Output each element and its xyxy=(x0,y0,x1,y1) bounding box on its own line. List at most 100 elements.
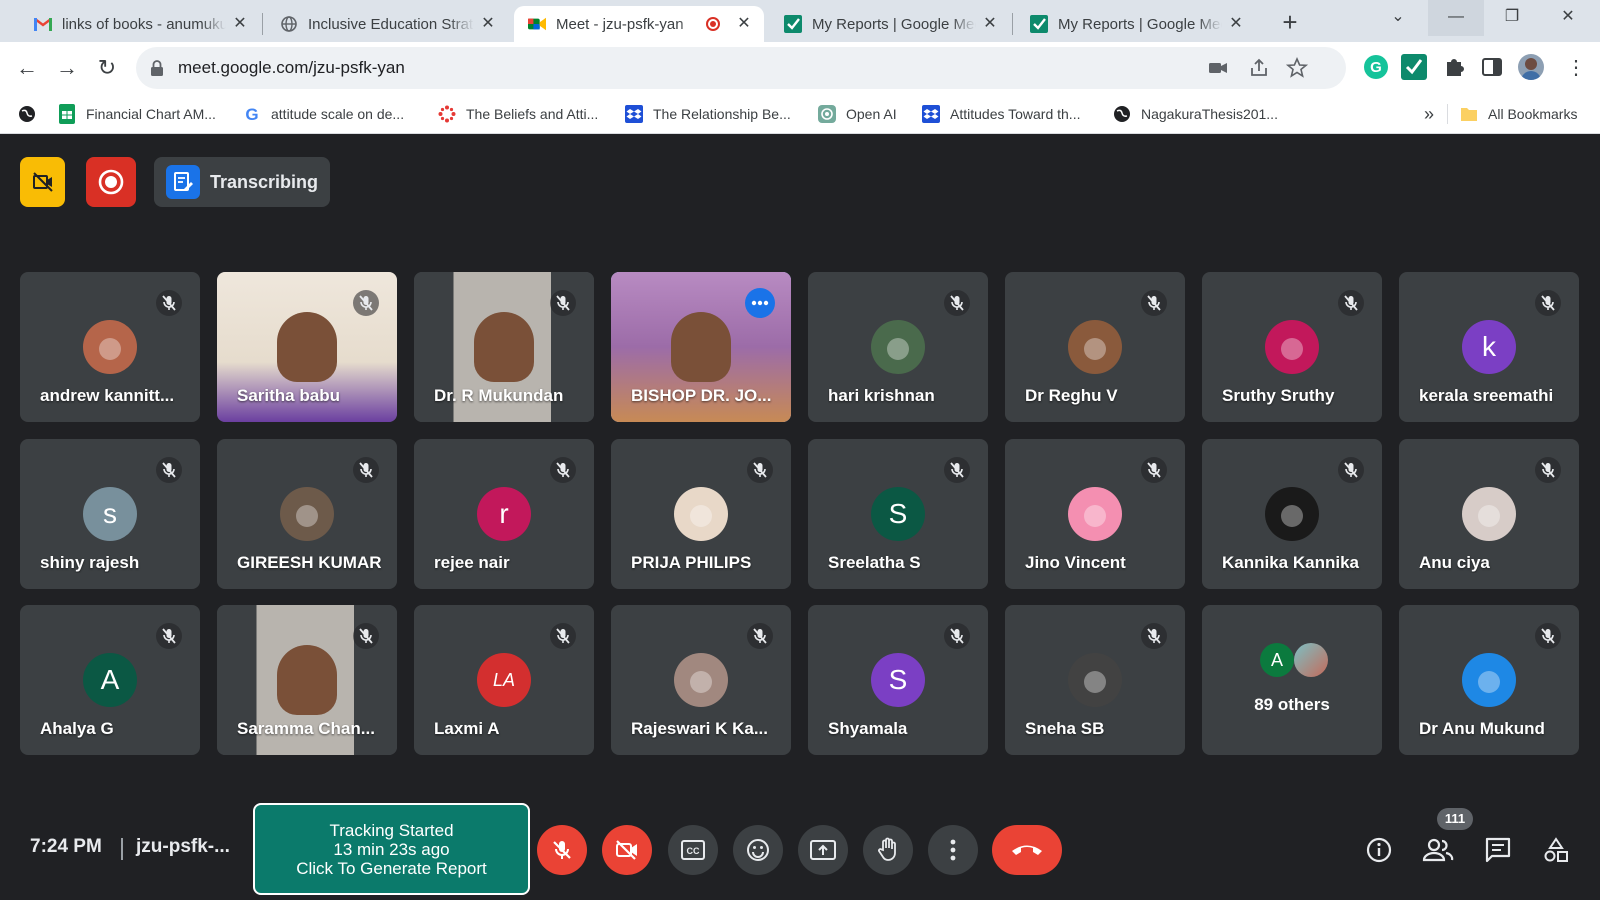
more-bookmarks-button[interactable]: » xyxy=(1424,102,1434,126)
tab-my-reports-1[interactable]: My Reports | Google Meet ✕ xyxy=(770,6,1010,42)
bookmark-nagakura-thesis[interactable]: NagakuraThesis201... xyxy=(1113,102,1278,126)
participant-tile[interactable]: Sruthy Sruthy xyxy=(1202,272,1382,422)
camera-blocked-badge[interactable] xyxy=(20,157,65,207)
share-icon[interactable] xyxy=(1247,56,1271,80)
menu-icon[interactable]: ⋮ xyxy=(1560,52,1592,84)
minimize-button[interactable]: — xyxy=(1428,0,1484,36)
camera-icon[interactable] xyxy=(1206,56,1230,80)
bookmark-attitude-scale[interactable]: G attitude scale on de... xyxy=(243,102,404,126)
participant-tile[interactable]: PRIJA PHILIPS xyxy=(611,439,791,589)
close-icon[interactable]: ✕ xyxy=(734,14,754,34)
meeting-details-button[interactable] xyxy=(1361,832,1397,868)
svg-text:G: G xyxy=(1370,59,1382,76)
close-icon[interactable]: ✕ xyxy=(980,14,1000,34)
avatar-letter: S xyxy=(871,487,925,541)
participant-tile[interactable]: Saritha babu xyxy=(217,272,397,422)
tab-search-icon[interactable]: ⌄ xyxy=(1370,0,1426,36)
generate-report-button[interactable]: Tracking Started 13 min 23s ago Click To… xyxy=(253,803,530,895)
bookmark-relationship[interactable]: The Relationship Be... xyxy=(625,102,791,126)
close-icon[interactable]: ✕ xyxy=(230,14,250,34)
avatar-figure xyxy=(1281,338,1303,360)
meet-tracker-extension-icon[interactable] xyxy=(1401,54,1427,80)
restore-button[interactable]: ❐ xyxy=(1484,0,1540,36)
avatar-letter: k xyxy=(1462,320,1516,374)
back-button[interactable]: ← xyxy=(11,52,43,84)
leave-call-button[interactable] xyxy=(992,825,1062,875)
bookmark-globe[interactable] xyxy=(18,102,46,126)
bookmark-financial-chart[interactable]: Financial Chart AM... xyxy=(58,102,216,126)
participant-tile[interactable]: Dr Reghu V xyxy=(1005,272,1185,422)
chat-button[interactable] xyxy=(1480,832,1516,868)
participant-tile[interactable]: GIREESH KUMAR xyxy=(217,439,397,589)
close-icon[interactable]: ✕ xyxy=(478,14,498,34)
bookmark-beliefs[interactable]: The Beliefs and Atti... xyxy=(438,102,598,126)
transcribing-badge[interactable]: Transcribing xyxy=(154,157,330,207)
participant-tile[interactable]: k kerala sreemathi xyxy=(1399,272,1579,422)
participant-tile[interactable]: Dr Anu Mukund xyxy=(1399,605,1579,755)
grammarly-icon[interactable]: G xyxy=(1363,54,1389,80)
more-horiz-icon[interactable] xyxy=(745,288,775,318)
participant-tile[interactable]: Rajeswari K Ka... xyxy=(611,605,791,755)
avatar-figure xyxy=(1084,338,1106,360)
participant-figure xyxy=(474,312,534,382)
raise-hand-button[interactable] xyxy=(863,825,913,875)
star-icon[interactable] xyxy=(1285,56,1309,80)
participant-tile[interactable]: BISHOP DR. JO... xyxy=(611,272,791,422)
participant-tile[interactable]: Jino Vincent xyxy=(1005,439,1185,589)
participant-name: Dr Anu Mukund xyxy=(1419,719,1545,738)
tab-inclusive-education[interactable]: Inclusive Education Strategies ✕ xyxy=(266,6,508,42)
bookmark-open-ai[interactable]: Open AI xyxy=(818,102,897,126)
transcript-icon xyxy=(166,165,200,199)
participant-tile[interactable]: Dr. R Mukundan xyxy=(414,272,594,422)
captions-button[interactable]: CC xyxy=(668,825,718,875)
present-button[interactable] xyxy=(798,825,848,875)
tab-my-reports-2[interactable]: My Reports | Google Meet ✕ xyxy=(1016,6,1256,42)
avatar-photo xyxy=(871,320,925,374)
reactions-button[interactable] xyxy=(733,825,783,875)
all-bookmarks-button[interactable]: All Bookmarks xyxy=(1460,102,1577,126)
meet-icon xyxy=(528,15,546,33)
activities-button[interactable] xyxy=(1538,832,1574,868)
recording-badge[interactable] xyxy=(86,157,136,207)
tab-meet[interactable]: Meet - jzu-psfk-yan ✕ xyxy=(514,6,764,42)
bookmark-attitudes-toward[interactable]: Attitudes Toward th... xyxy=(922,102,1080,126)
participant-tile[interactable]: Kannika Kannika xyxy=(1202,439,1382,589)
folder-icon xyxy=(1460,105,1478,123)
participant-name: hari krishnan xyxy=(828,386,935,405)
avatar-figure xyxy=(1478,505,1500,527)
participant-tile[interactable]: hari krishnan xyxy=(808,272,988,422)
globe-icon xyxy=(18,105,36,123)
close-window-button[interactable]: ✕ xyxy=(1540,0,1596,36)
participant-tile[interactable]: S Sreelatha S xyxy=(808,439,988,589)
new-tab-button[interactable]: + xyxy=(1276,9,1304,37)
close-icon[interactable]: ✕ xyxy=(1226,14,1246,34)
participant-tile[interactable]: Anu ciya xyxy=(1399,439,1579,589)
address-bar[interactable]: meet.google.com/jzu-psfk-yan xyxy=(136,47,1346,89)
others-tile[interactable]: A 89 others xyxy=(1202,605,1382,755)
mic-muted-icon xyxy=(747,623,773,649)
more-options-button[interactable] xyxy=(928,825,978,875)
avatar-photo xyxy=(674,653,728,707)
extensions-icon[interactable] xyxy=(1441,54,1467,80)
camera-button[interactable] xyxy=(602,825,652,875)
bookmark-label: The Relationship Be... xyxy=(653,106,791,122)
participant-tile[interactable]: andrew kannitt... xyxy=(20,272,200,422)
chat-icon xyxy=(1485,837,1511,863)
microphone-button[interactable] xyxy=(537,825,587,875)
profile-avatar[interactable] xyxy=(1518,54,1544,80)
sheets-icon xyxy=(58,104,76,124)
participant-tile[interactable]: A Ahalya G xyxy=(20,605,200,755)
participant-tile[interactable]: S Shyamala xyxy=(808,605,988,755)
participant-tile[interactable]: LA Laxmi A xyxy=(414,605,594,755)
participant-tile[interactable]: Saramma Chan... xyxy=(217,605,397,755)
people-button[interactable] xyxy=(1420,832,1456,868)
tab-gmail[interactable]: links of books - anumukund ✕ xyxy=(20,6,260,42)
participant-tile[interactable]: Sneha SB xyxy=(1005,605,1185,755)
side-panel-icon[interactable] xyxy=(1479,54,1505,80)
participant-tile[interactable]: s shiny rajesh xyxy=(20,439,200,589)
meeting-code[interactable]: jzu-psfk-... xyxy=(136,836,230,858)
participant-tile[interactable]: r rejee nair xyxy=(414,439,594,589)
forward-button[interactable]: → xyxy=(51,52,83,84)
reload-button[interactable]: ↻ xyxy=(91,52,123,84)
hand-icon xyxy=(878,837,896,861)
